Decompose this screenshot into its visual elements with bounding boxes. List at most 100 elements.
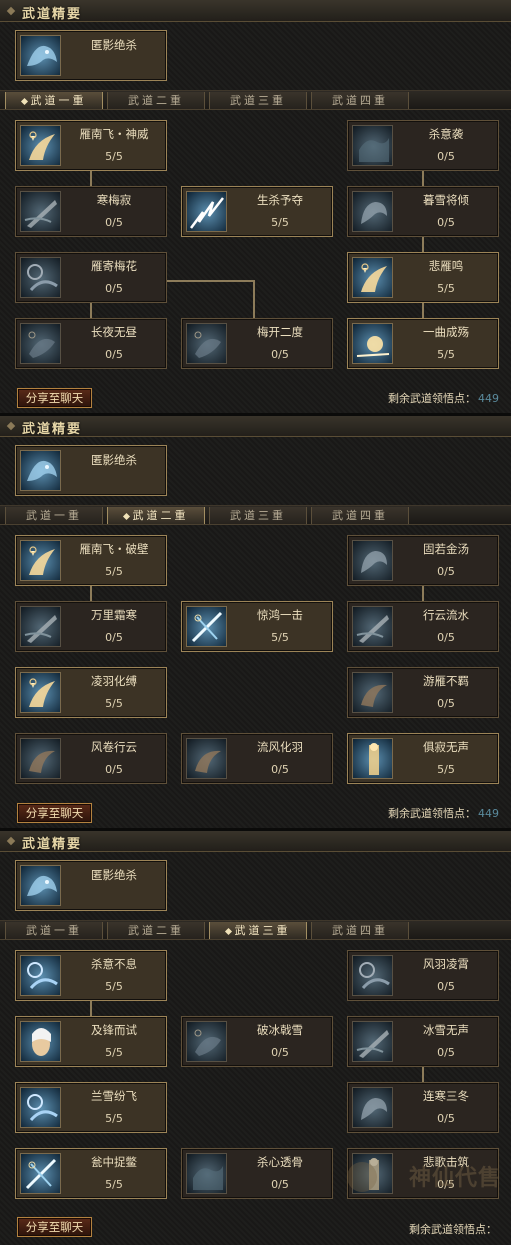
main-skill-name: 匿影绝杀 (91, 38, 137, 52)
remaining-points: 剩余武道领悟点： 449 (388, 390, 499, 406)
skill-node[interactable]: 及锋而试 5/5 (15, 1016, 167, 1067)
skill-node[interactable]: 惊鸿一击 5/5 (181, 601, 333, 652)
skill-name: 悲雁鸣 (428, 259, 464, 273)
skill-name: 风卷行云 (91, 740, 137, 754)
skill-node[interactable]: 风卷行云 0/5 (15, 733, 167, 784)
share-to-chat-button[interactable]: 分享至聊天 (17, 803, 92, 823)
tab-tier-2[interactable]: 武道二重 (107, 507, 205, 524)
active-tab-diamond-icon (122, 512, 130, 520)
section-header: 武道精要 (0, 415, 511, 437)
tier-tabbar: 武道一重 武道二重 武道三重 武道四重 (0, 505, 511, 525)
tab-tier-4[interactable]: 武道四重 (311, 507, 409, 524)
skill-node[interactable]: 杀心透骨 0/5 (181, 1148, 333, 1199)
skill-node[interactable]: 冰雪无声 0/5 (347, 1016, 499, 1067)
tier-tabbar: 武道一重 武道二重 武道三重 武道四重 (0, 90, 511, 110)
section-divider (0, 413, 511, 416)
skill-name: 杀心透骨 (257, 1155, 303, 1169)
tree-connector-line (167, 280, 254, 282)
skill-node[interactable]: 寒梅寂 0/5 (15, 186, 167, 237)
tree-connector-line (422, 171, 424, 186)
skill-node[interactable]: 兰雪纷飞 5/5 (15, 1082, 167, 1133)
tab-label: 武道三重 (230, 94, 286, 107)
main-skill-slot[interactable]: 匿影绝杀 (15, 860, 167, 911)
blue-beast-icon (352, 191, 393, 232)
header-diamond-icon (6, 6, 16, 16)
skill-node[interactable]: 暮雪将倾 0/5 (347, 186, 499, 237)
fire-swirl-icon (352, 672, 393, 713)
skill-name: 雁南飞・破壁 (79, 542, 149, 556)
skill-node[interactable]: 游雁不羁 0/5 (347, 667, 499, 718)
tab-label: 武道四重 (332, 509, 388, 522)
blue-mist-icon (352, 125, 393, 166)
skill-node[interactable]: 瓮中捉鳖 5/5 (15, 1148, 167, 1199)
skill-node[interactable]: 万里霜寒 0/5 (15, 601, 167, 652)
share-to-chat-button[interactable]: 分享至聊天 (17, 1217, 92, 1237)
tab-tier-1[interactable]: 武道一重 (5, 92, 103, 109)
skill-level: 0/5 (105, 763, 123, 776)
tab-tier-1[interactable]: 武道一重 (5, 507, 103, 524)
tab-tier-4[interactable]: 武道四重 (311, 922, 409, 939)
skill-node[interactable]: 杀意不息 5/5 (15, 950, 167, 1001)
skill-node[interactable]: 一曲成殇 5/5 (347, 318, 499, 369)
tab-tier-2[interactable]: 武道二重 (107, 922, 205, 939)
active-tab-diamond-icon (224, 927, 232, 935)
tab-tier-2[interactable]: 武道二重 (107, 92, 205, 109)
tab-tier-1[interactable]: 武道一重 (5, 922, 103, 939)
skill-node[interactable]: 行云流水 0/5 (347, 601, 499, 652)
tab-tier-3[interactable]: 武道三重 (209, 92, 307, 109)
shadow-wolf-icon (20, 450, 61, 491)
skill-node[interactable]: 固若金汤 0/5 (347, 535, 499, 586)
frost-blade-icon (20, 191, 61, 232)
skill-node[interactable]: 凌羽化缚 5/5 (15, 667, 167, 718)
tab-tier-3[interactable]: 武道三重 (209, 922, 307, 939)
tab-tier-4[interactable]: 武道四重 (311, 92, 409, 109)
skill-node[interactable]: 长夜无昼 0/5 (15, 318, 167, 369)
frost-blade-icon (20, 606, 61, 647)
skill-node[interactable]: 俱寂无声 5/5 (347, 733, 499, 784)
skill-node[interactable]: 连寒三冬 0/5 (347, 1082, 499, 1133)
skill-name: 杀意不息 (91, 957, 137, 971)
skill-node[interactable]: 雁南飞・破壁 5/5 (15, 535, 167, 586)
skill-node[interactable]: 悲雁鸣 5/5 (347, 252, 499, 303)
skill-level: 5/5 (271, 216, 289, 229)
skill-node[interactable]: 雁南飞・神威 5/5 (15, 120, 167, 171)
main-skill-slot[interactable]: 匿影绝杀 (15, 30, 167, 81)
tab-label: 武道一重 (26, 924, 82, 937)
flying-wing-icon (20, 125, 61, 166)
fire-swirl-icon (20, 738, 61, 779)
tab-label: 武道四重 (332, 924, 388, 937)
skill-node[interactable]: 破冰戟雪 0/5 (181, 1016, 333, 1067)
remaining-points: 剩余武道领悟点： (409, 1221, 499, 1237)
tab-label: 武道一重 (30, 94, 87, 107)
ice-slash-icon (20, 1153, 61, 1194)
skill-node[interactable]: 流风化羽 0/5 (181, 733, 333, 784)
tree-connector-line (422, 586, 424, 601)
main-skill-slot[interactable]: 匿影绝杀 (15, 445, 167, 496)
tree-connector-line (90, 1001, 92, 1016)
tree-connector-line (90, 171, 92, 186)
skill-level: 5/5 (105, 565, 123, 578)
skill-name: 连寒三冬 (423, 1089, 469, 1103)
skill-level: 5/5 (105, 150, 123, 163)
skill-name: 惊鸿一击 (257, 608, 303, 622)
tab-tier-3[interactable]: 武道三重 (209, 507, 307, 524)
skill-node[interactable]: 梅开二度 0/5 (181, 318, 333, 369)
flying-wing-icon (352, 257, 393, 298)
skill-node[interactable]: 杀意袭 0/5 (347, 120, 499, 171)
skill-name: 杀意袭 (428, 127, 464, 141)
ice-slash-icon (186, 606, 227, 647)
moon-blade-icon (20, 257, 61, 298)
moon-blade-icon (352, 955, 393, 996)
skill-node[interactable]: 雁寄梅花 0/5 (15, 252, 167, 303)
tree-connector-line (90, 586, 92, 601)
skill-node[interactable]: 风羽凌霄 0/5 (347, 950, 499, 1001)
moon-blade-icon (20, 1087, 61, 1128)
skill-name: 兰雪纷飞 (91, 1089, 137, 1103)
warrior-face-icon (20, 1021, 61, 1062)
section-title: 武道精要 (22, 422, 83, 437)
skill-node[interactable]: 生杀予夺 5/5 (181, 186, 333, 237)
remaining-points-label: 剩余武道领悟点： (388, 392, 476, 405)
skill-name: 万里霜寒 (91, 608, 137, 622)
share-to-chat-button[interactable]: 分享至聊天 (17, 388, 92, 408)
skill-level: 0/5 (437, 216, 455, 229)
